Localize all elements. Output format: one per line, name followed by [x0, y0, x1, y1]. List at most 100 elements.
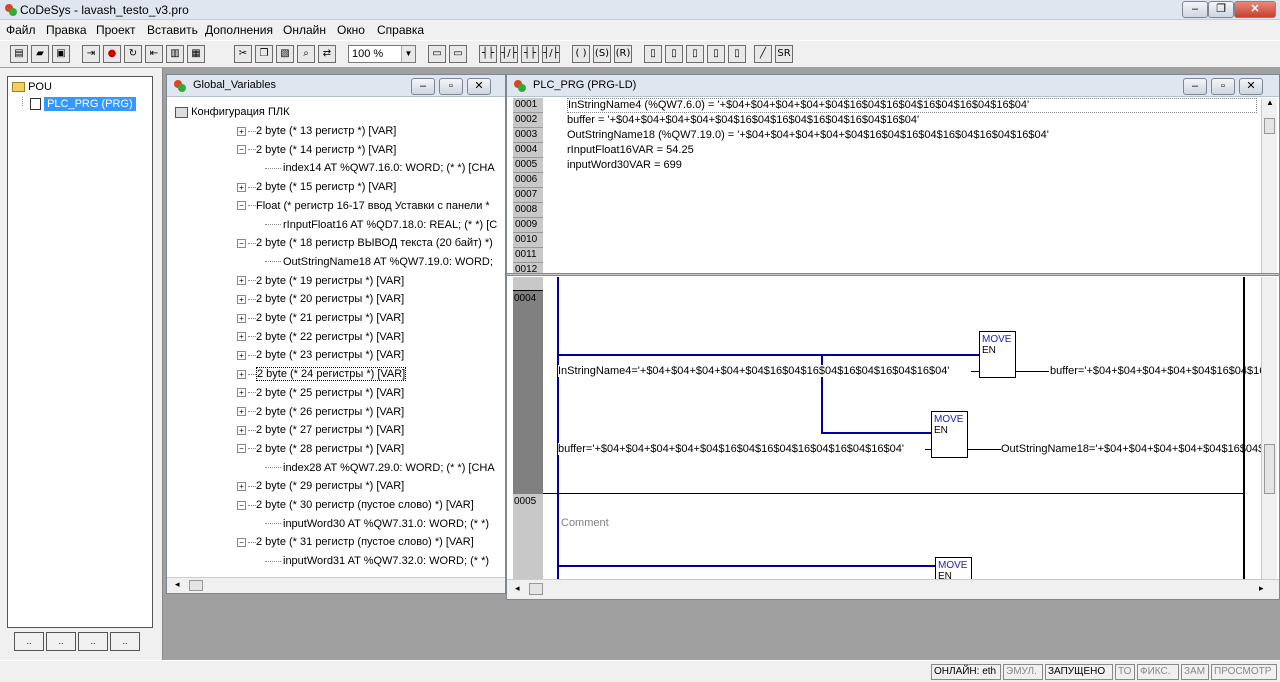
menu-project[interactable]: Проект — [96, 23, 136, 37]
expand-icon[interactable]: + — [237, 313, 246, 323]
minimize-button[interactable]: – — [411, 78, 435, 95]
expand-icon[interactable]: + — [237, 407, 246, 417]
config-tree-row[interactable]: OutStringName18 AT %QW7.19.0: WORD; — [265, 256, 493, 275]
network-comment[interactable]: Comment — [561, 517, 609, 529]
login-icon[interactable]: ⇥ — [82, 45, 100, 63]
expand-icon[interactable]: + — [237, 276, 246, 286]
run-icon[interactable]: ↻ — [124, 45, 142, 63]
move-block-3[interactable]: MOVE EN — [935, 557, 972, 579]
tab-pous[interactable]: .. — [14, 632, 44, 651]
contact-icon[interactable]: ┤├ — [479, 45, 497, 63]
pane-splitter[interactable] — [507, 273, 1279, 276]
watch-variable-line[interactable]: inputWord30VAR = 699 — [567, 158, 1257, 173]
contact-negated-icon[interactable]: ┤/├ — [500, 45, 518, 63]
scroll-right-icon[interactable]: ▸ — [1259, 583, 1264, 594]
menu-online[interactable]: Онлайн — [283, 23, 326, 37]
expand-icon[interactable]: + — [237, 294, 246, 304]
config-tree-row[interactable]: +2 byte (* 27 регистры *) [VAR] — [237, 424, 404, 443]
horizontal-scrollbar[interactable]: ◂ ▸ — [507, 579, 1279, 599]
scroll-left-icon[interactable]: ◂ — [515, 583, 520, 594]
config-tree-row[interactable]: −2 byte (* 30 регистр (пустое слово) *) … — [237, 499, 474, 518]
config-tree-row[interactable]: inputWord31 AT %QW7.32.0: WORD; (* *) — [265, 555, 489, 574]
jump-icon[interactable]: ▯ — [686, 45, 704, 63]
move-block-2[interactable]: MOVE EN — [931, 411, 968, 458]
tab-resources[interactable]: .. — [110, 632, 140, 651]
config-tree-row[interactable]: rInputFloat16 AT %QD7.18.0: REAL; (* *) … — [265, 219, 497, 238]
pou-item-plc-prg[interactable]: PLC_PRG (PRG) — [30, 97, 136, 111]
scroll-thumb[interactable] — [189, 580, 203, 591]
sr-icon[interactable]: SR — [775, 45, 793, 63]
download-icon[interactable]: ▥ — [166, 45, 184, 63]
replace-icon[interactable]: ⇄ — [318, 45, 336, 63]
edge-icon[interactable]: ╱ — [754, 45, 772, 63]
copy-icon[interactable]: ❐ — [255, 45, 273, 63]
config-tree-row[interactable]: +2 byte (* 22 регистры *) [VAR] — [237, 331, 404, 350]
scroll-left-icon[interactable]: ◂ — [175, 579, 180, 590]
menu-help[interactable]: Справка — [377, 23, 424, 37]
config-tree-row[interactable]: +2 byte (* 13 регистр *) [VAR] — [237, 125, 396, 144]
config-tree-row[interactable]: +2 byte (* 25 регистры *) [VAR] — [237, 387, 404, 406]
config-tree-row[interactable]: −2 byte (* 28 регистры *) [VAR] — [237, 443, 404, 462]
config-tree-row[interactable]: index14 AT %QW7.16.0: WORD; (* *) [CHA — [265, 162, 495, 181]
print-icon[interactable]: ▦ — [187, 45, 205, 63]
vertical-scrollbar[interactable] — [1261, 277, 1277, 579]
scroll-thumb[interactable] — [1264, 444, 1275, 494]
close-button[interactable]: ✕ — [1234, 1, 1276, 18]
config-tree-row[interactable]: −2 byte (* 14 регистр *) [VAR] — [237, 144, 396, 163]
config-tree-row[interactable]: +2 byte (* 29 регистры *) [VAR] — [237, 480, 404, 499]
move-block-1[interactable]: MOVE EN — [979, 331, 1016, 378]
tab-visualizations[interactable]: .. — [78, 632, 108, 651]
collapse-icon[interactable]: − — [237, 537, 246, 547]
network-before-icon[interactable]: ▭ — [428, 45, 446, 63]
save-icon[interactable]: ▣ — [52, 45, 70, 63]
open-icon[interactable]: ▰ — [31, 45, 49, 63]
expand-icon[interactable]: + — [237, 126, 246, 136]
minimize-button[interactable]: – — [1182, 1, 1208, 18]
find-icon[interactable]: ⌕ — [297, 45, 315, 63]
set-coil-icon[interactable]: (S) — [593, 45, 611, 63]
config-tree-row[interactable]: −2 byte (* 18 регистр ВЫВОД текста (20 б… — [237, 237, 493, 256]
menu-edit[interactable]: Правка — [46, 23, 87, 37]
watch-variable-line[interactable]: InStringName4 (%QW7.6.0) = '+$04+$04+$04… — [567, 98, 1257, 113]
move2-output[interactable]: OutStringName18='+$04+$04+$04+$04+$04$16… — [1001, 443, 1277, 455]
config-tree-row[interactable]: +2 byte (* 24 регистры *) [VAR] — [237, 367, 407, 387]
collapse-icon[interactable]: − — [237, 444, 246, 454]
paste-icon[interactable]: ▧ — [276, 45, 294, 63]
config-tree-row[interactable]: +2 byte (* 26 регистры *) [VAR] — [237, 406, 404, 425]
horizontal-scrollbar[interactable]: ◂ — [167, 577, 505, 593]
reset-coil-icon[interactable]: (R) — [614, 45, 632, 63]
close-button[interactable]: ✕ — [467, 78, 491, 95]
box-en-icon[interactable]: ▯ — [665, 45, 683, 63]
logout-icon[interactable]: ⇤ — [145, 45, 163, 63]
stop-icon[interactable]: ● — [103, 45, 121, 63]
vertical-scrollbar[interactable]: ▲ — [1261, 98, 1277, 273]
tab-datatypes[interactable]: .. — [46, 632, 76, 651]
config-tree-row[interactable]: −2 byte (* 31 регистр (пустое слово) *) … — [237, 536, 474, 555]
menu-extras[interactable]: Дополнения — [205, 23, 273, 37]
box-icon[interactable]: ▯ — [644, 45, 662, 63]
minimize-button[interactable]: – — [1183, 78, 1207, 95]
config-tree-row[interactable]: +2 byte (* 21 регистры *) [VAR] — [237, 312, 404, 331]
config-tree-row[interactable]: +2 byte (* 23 регистры *) [VAR] — [237, 349, 404, 368]
move2-input[interactable]: buffer='+$04+$04+$04+$04+$04$16$04$16$04… — [558, 443, 904, 455]
cut-icon[interactable]: ✂ — [234, 45, 252, 63]
scroll-thumb[interactable] — [1264, 118, 1275, 134]
zoom-select[interactable]: 100 % ▼ — [348, 45, 416, 63]
config-tree-row[interactable]: +2 byte (* 20 регистры *) [VAR] — [237, 293, 404, 312]
menu-file[interactable]: Файл — [6, 23, 36, 37]
expand-icon[interactable]: + — [237, 425, 246, 435]
expand-icon[interactable]: + — [237, 332, 246, 342]
scroll-up-icon[interactable]: ▲ — [1266, 98, 1274, 107]
config-tree-row[interactable]: +2 byte (* 15 регистр *) [VAR] — [237, 181, 396, 200]
expand-icon[interactable]: + — [237, 388, 246, 398]
expand-icon[interactable]: + — [237, 481, 246, 491]
comment-icon[interactable]: ▯ — [728, 45, 746, 63]
maximize-button[interactable]: ▫ — [439, 78, 463, 95]
parallel-contact-icon[interactable]: ┤├ — [521, 45, 539, 63]
config-tree-row[interactable]: inputWord30 AT %QW7.31.0: WORD; (* *) — [265, 518, 489, 537]
watch-variable-line[interactable]: OutStringName18 (%QW7.19.0) = '+$04+$04+… — [567, 128, 1257, 143]
expand-icon[interactable]: + — [237, 182, 246, 192]
collapse-icon[interactable]: − — [237, 145, 246, 155]
new-icon[interactable]: ▤ — [10, 45, 28, 63]
config-tree-row[interactable]: +2 byte (* 19 регистры *) [VAR] — [237, 275, 404, 294]
